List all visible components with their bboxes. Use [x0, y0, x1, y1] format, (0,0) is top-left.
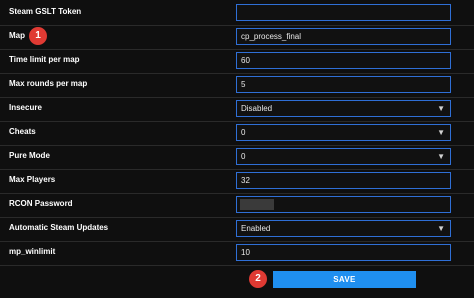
annotation-badge-1: 1 — [29, 27, 47, 45]
label-max-players: Max Players — [9, 175, 56, 184]
automatic-steam-updates-select[interactable]: Enabled ▼ — [236, 220, 451, 237]
row-map: Map 1 cp_process_final — [0, 26, 474, 50]
label-automatic-steam-updates: Automatic Steam Updates — [9, 223, 109, 232]
max-players-input[interactable]: 32 — [236, 172, 451, 189]
row-mp-winlimit: mp_winlimit 10 — [0, 242, 474, 266]
chevron-down-icon: ▼ — [437, 128, 445, 137]
label-max-rounds: Max rounds per map — [9, 79, 88, 88]
row-cheats: Cheats 0 ▼ — [0, 122, 474, 146]
automatic-steam-updates-select-value: Enabled — [241, 224, 271, 233]
label-map: Map — [9, 31, 25, 40]
row-rcon-password: RCON Password — [0, 194, 474, 218]
mp-winlimit-input[interactable]: 10 — [236, 244, 451, 261]
max-rounds-input[interactable]: 5 — [236, 76, 451, 93]
save-button[interactable]: SAVE — [273, 271, 416, 288]
chevron-down-icon: ▼ — [437, 104, 445, 113]
time-limit-input[interactable]: 60 — [236, 52, 451, 69]
row-max-players: Max Players 32 — [0, 170, 474, 194]
label-mp-winlimit: mp_winlimit — [9, 247, 56, 256]
insecure-select-value: Disabled — [241, 104, 273, 113]
cheats-select-value: 0 — [241, 128, 246, 137]
row-steam-gslt-token: Steam GSLT Token — [0, 2, 474, 26]
rcon-password-input[interactable] — [236, 196, 451, 213]
label-time-limit: Time limit per map — [9, 55, 80, 64]
chevron-down-icon: ▼ — [437, 152, 445, 161]
row-max-rounds: Max rounds per map 5 — [0, 74, 474, 98]
steam-gslt-token-input[interactable] — [236, 4, 451, 21]
label-rcon-password: RCON Password — [9, 199, 73, 208]
cheats-select[interactable]: 0 ▼ — [236, 124, 451, 141]
row-pure-mode: Pure Mode 0 ▼ — [0, 146, 474, 170]
row-automatic-steam-updates: Automatic Steam Updates Enabled ▼ — [0, 218, 474, 242]
masked-password — [240, 199, 274, 210]
chevron-down-icon: ▼ — [437, 224, 445, 233]
label-pure-mode: Pure Mode — [9, 151, 50, 160]
server-settings-panel: Steam GSLT Token Map 1 cp_process_final … — [0, 0, 474, 298]
pure-mode-select-value: 0 — [241, 152, 246, 161]
row-time-limit: Time limit per map 60 — [0, 50, 474, 74]
label-cheats: Cheats — [9, 127, 36, 136]
label-insecure: Insecure — [9, 103, 42, 112]
map-input[interactable]: cp_process_final — [236, 28, 451, 45]
row-insecure: Insecure Disabled ▼ — [0, 98, 474, 122]
label-steam-gslt-token: Steam GSLT Token — [9, 7, 82, 16]
pure-mode-select[interactable]: 0 ▼ — [236, 148, 451, 165]
insecure-select[interactable]: Disabled ▼ — [236, 100, 451, 117]
annotation-badge-2: 2 — [249, 270, 267, 288]
